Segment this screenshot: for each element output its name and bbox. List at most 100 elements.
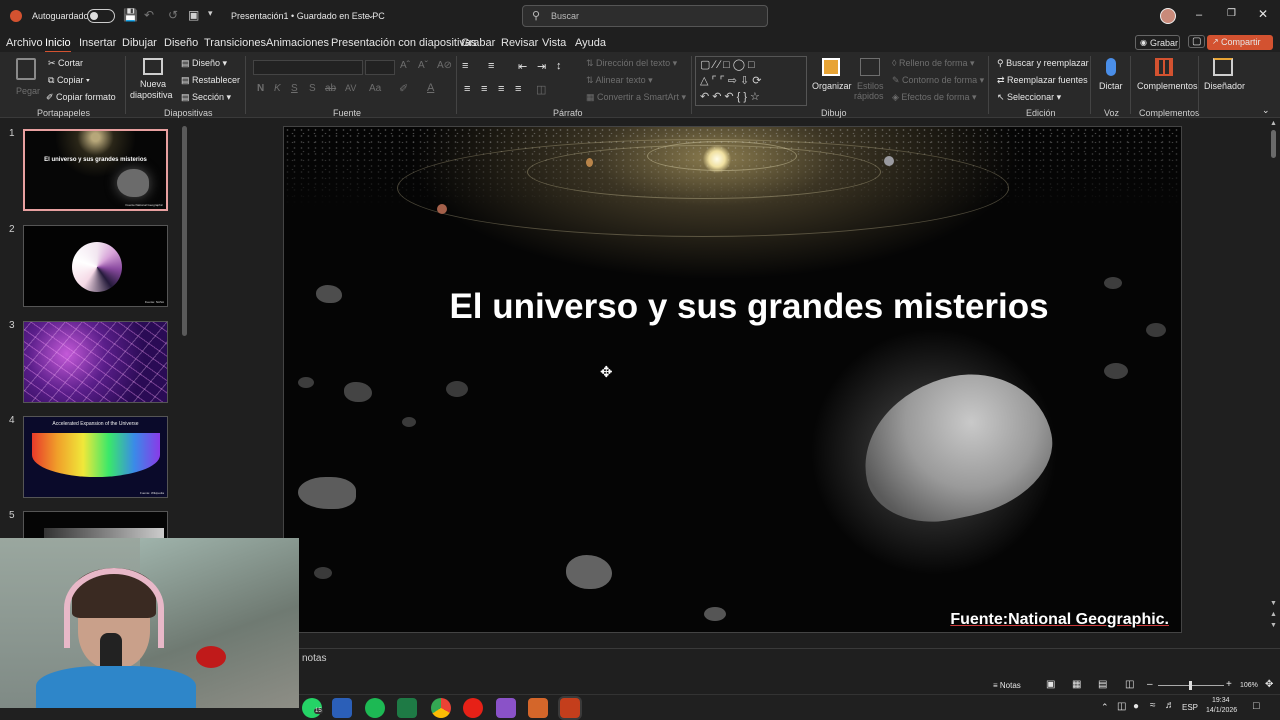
clock-date[interactable]: 14/1/2026 [1206, 707, 1237, 714]
slide-thumbnail-5[interactable] [23, 511, 168, 541]
comments-icon[interactable]: ▢ [1188, 35, 1206, 48]
language-indicator[interactable]: ESP [1182, 703, 1198, 712]
italic-button[interactable]: K [274, 83, 281, 94]
present-icon[interactable]: ▣ [188, 8, 199, 22]
notes-placeholder[interactable]: notas [302, 653, 326, 664]
justify-icon[interactable]: ≡ [515, 83, 521, 95]
tab-inicio[interactable]: Inicio [45, 37, 71, 53]
volume-icon[interactable]: ♬ [1165, 700, 1175, 711]
redo-icon[interactable]: ↺ [168, 8, 178, 22]
excel-icon[interactable] [397, 698, 417, 718]
new-slide-button[interactable]: Nueva diapositiva [130, 56, 174, 102]
notes-toggle[interactable]: ≡ Notas [993, 681, 1021, 690]
tab-vista[interactable]: Vista [542, 37, 566, 49]
layout-button[interactable]: ▤ Diseño ▾ [181, 58, 227, 69]
zoom-level[interactable]: 106% [1240, 682, 1258, 689]
font-name-box[interactable] [253, 60, 363, 75]
paste-button[interactable]: Pegar [12, 56, 42, 98]
microphone-tray-icon[interactable]: ● [1133, 701, 1139, 712]
arrange-button[interactable]: Organizar [812, 56, 852, 102]
avatar[interactable] [1160, 8, 1176, 24]
numbering-icon[interactable]: ≡ [488, 60, 494, 72]
tab-ayuda[interactable]: Ayuda [575, 37, 606, 49]
shapes-gallery[interactable]: ▢∕∕□◯□ △⌜⌜⇨⇩⟳ ↶↶↶{}☆ [695, 56, 807, 106]
slide-thumbnail-4[interactable]: Accelerated Expansion of the Universe Fu… [23, 416, 168, 498]
zoom-in-icon[interactable]: + [1226, 679, 1232, 690]
shadow-button[interactable]: S [309, 83, 316, 94]
search-box[interactable]: ⚲ Buscar [522, 5, 768, 27]
char-spacing-button[interactable]: AV [345, 83, 356, 93]
tab-archivo[interactable]: Archivo [6, 37, 43, 49]
main-scrollbar[interactable] [1271, 130, 1276, 158]
bullets-icon[interactable]: ≡ [462, 60, 468, 72]
copy-button[interactable]: ⧉ Copiar ▾ [48, 75, 90, 86]
tab-dibujar[interactable]: Dibujar [122, 37, 157, 49]
shrink-font-icon[interactable]: Aˇ [418, 60, 428, 71]
tab-animaciones[interactable]: Animaciones [266, 37, 329, 49]
spotify-icon[interactable] [365, 698, 385, 718]
clear-format-icon[interactable]: A⊘ [437, 60, 452, 71]
shape-outline-button[interactable]: ✎ Contorno de forma ▾ [892, 75, 984, 86]
undo-icon[interactable]: ↶ [144, 8, 154, 22]
tab-revisar[interactable]: Revisar [501, 37, 538, 49]
chrome-profile-icon[interactable] [496, 698, 516, 718]
underline-button[interactable]: S [291, 83, 298, 94]
smartart-button[interactable]: ▦ Convertir a SmartArt ▾ [586, 92, 686, 103]
select-button[interactable]: ↖ Seleccionar ▾ [997, 92, 1061, 103]
app-icon[interactable] [528, 698, 548, 718]
slide-thumbnail-1[interactable]: El universo y sus grandes misterios Fuen… [23, 129, 168, 211]
tray-chevron-icon[interactable]: ⌃ [1101, 702, 1109, 713]
reading-view-icon[interactable]: ▤ [1098, 679, 1107, 690]
title-chevron-icon[interactable]: ⌄ [367, 10, 375, 21]
change-case-button[interactable]: Aa [369, 83, 381, 94]
dictate-button[interactable]: Dictar [1096, 56, 1126, 102]
columns-icon[interactable]: ◫ [536, 83, 546, 96]
tab-transiciones[interactable]: Transiciones [204, 37, 266, 49]
ribbon-collapse-icon[interactable]: ⌄ [1262, 105, 1270, 116]
font-color-icon[interactable]: A [427, 82, 434, 94]
minimize-icon[interactable]: – [1196, 9, 1202, 21]
wifi-icon[interactable]: ≈ [1150, 700, 1156, 711]
notification-center-icon[interactable]: □ [1253, 700, 1260, 712]
zoom-out-icon[interactable]: – [1147, 679, 1153, 690]
shape-fill-button[interactable]: ◊ Relleno de forma ▾ [892, 58, 975, 69]
tab-grabar[interactable]: Grabar [461, 37, 495, 49]
scroll-down-icon[interactable]: ▼ [1270, 600, 1277, 607]
share-button[interactable]: ↗ Compartir [1207, 35, 1273, 50]
notes-pane[interactable]: notas [298, 648, 1280, 678]
save-icon[interactable]: 💾 [123, 8, 138, 22]
powerpoint-taskbar-icon[interactable] [560, 698, 580, 718]
current-slide[interactable]: El universo y sus grandes misterios Fuen… [283, 126, 1182, 633]
font-size-box[interactable] [365, 60, 395, 75]
bold-button[interactable]: N [257, 83, 264, 94]
close-icon[interactable]: ✕ [1258, 7, 1268, 21]
chrome-icon[interactable] [431, 698, 451, 718]
previous-slide-icon[interactable]: ▲ [1270, 611, 1277, 618]
normal-view-icon[interactable]: ▣ [1046, 679, 1055, 690]
shape-effects-button[interactable]: ◈ Efectos de forma ▾ [892, 92, 977, 103]
align-text-button[interactable]: ⇅ Alinear texto ▾ [586, 75, 653, 86]
text-direction-button[interactable]: ⇅ Dirección del texto ▾ [586, 58, 677, 69]
align-right-icon[interactable]: ≡ [498, 83, 504, 95]
replace-fonts-button[interactable]: ⇄ Reemplazar fuentes [997, 75, 1088, 86]
tab-presentacion[interactable]: Presentación con diapositivas [331, 37, 477, 49]
slide-sorter-icon[interactable]: ▦ [1072, 679, 1081, 690]
autosave-toggle[interactable] [87, 9, 115, 23]
youtube-icon[interactable] [463, 698, 483, 718]
slide-source[interactable]: Fuente:National Geographic. [950, 611, 1169, 629]
addins-button[interactable]: Complementos [1134, 56, 1198, 102]
slideshow-icon[interactable]: ◫ [1125, 679, 1134, 690]
restore-icon[interactable]: ❐ [1227, 8, 1236, 19]
align-center-icon[interactable]: ≡ [481, 83, 487, 95]
slide-thumbnail-3[interactable] [23, 321, 168, 403]
network-icon[interactable]: ◫ [1117, 701, 1126, 712]
fit-slide-icon[interactable]: ✥ [1265, 679, 1273, 690]
cut-button[interactable]: ✂ Cortar [48, 58, 83, 69]
align-left-icon[interactable]: ≡ [464, 83, 470, 95]
slide-thumbnail-2[interactable]: Fuente: NASA [23, 225, 168, 307]
quick-styles-button[interactable]: Estilos rápidos [853, 56, 887, 102]
scroll-up-icon[interactable]: ▲ [1270, 120, 1277, 127]
next-slide-icon[interactable]: ▼ [1270, 622, 1277, 629]
zoom-slider-thumb[interactable] [1189, 681, 1192, 690]
line-spacing-icon[interactable]: ↕ [556, 60, 562, 72]
